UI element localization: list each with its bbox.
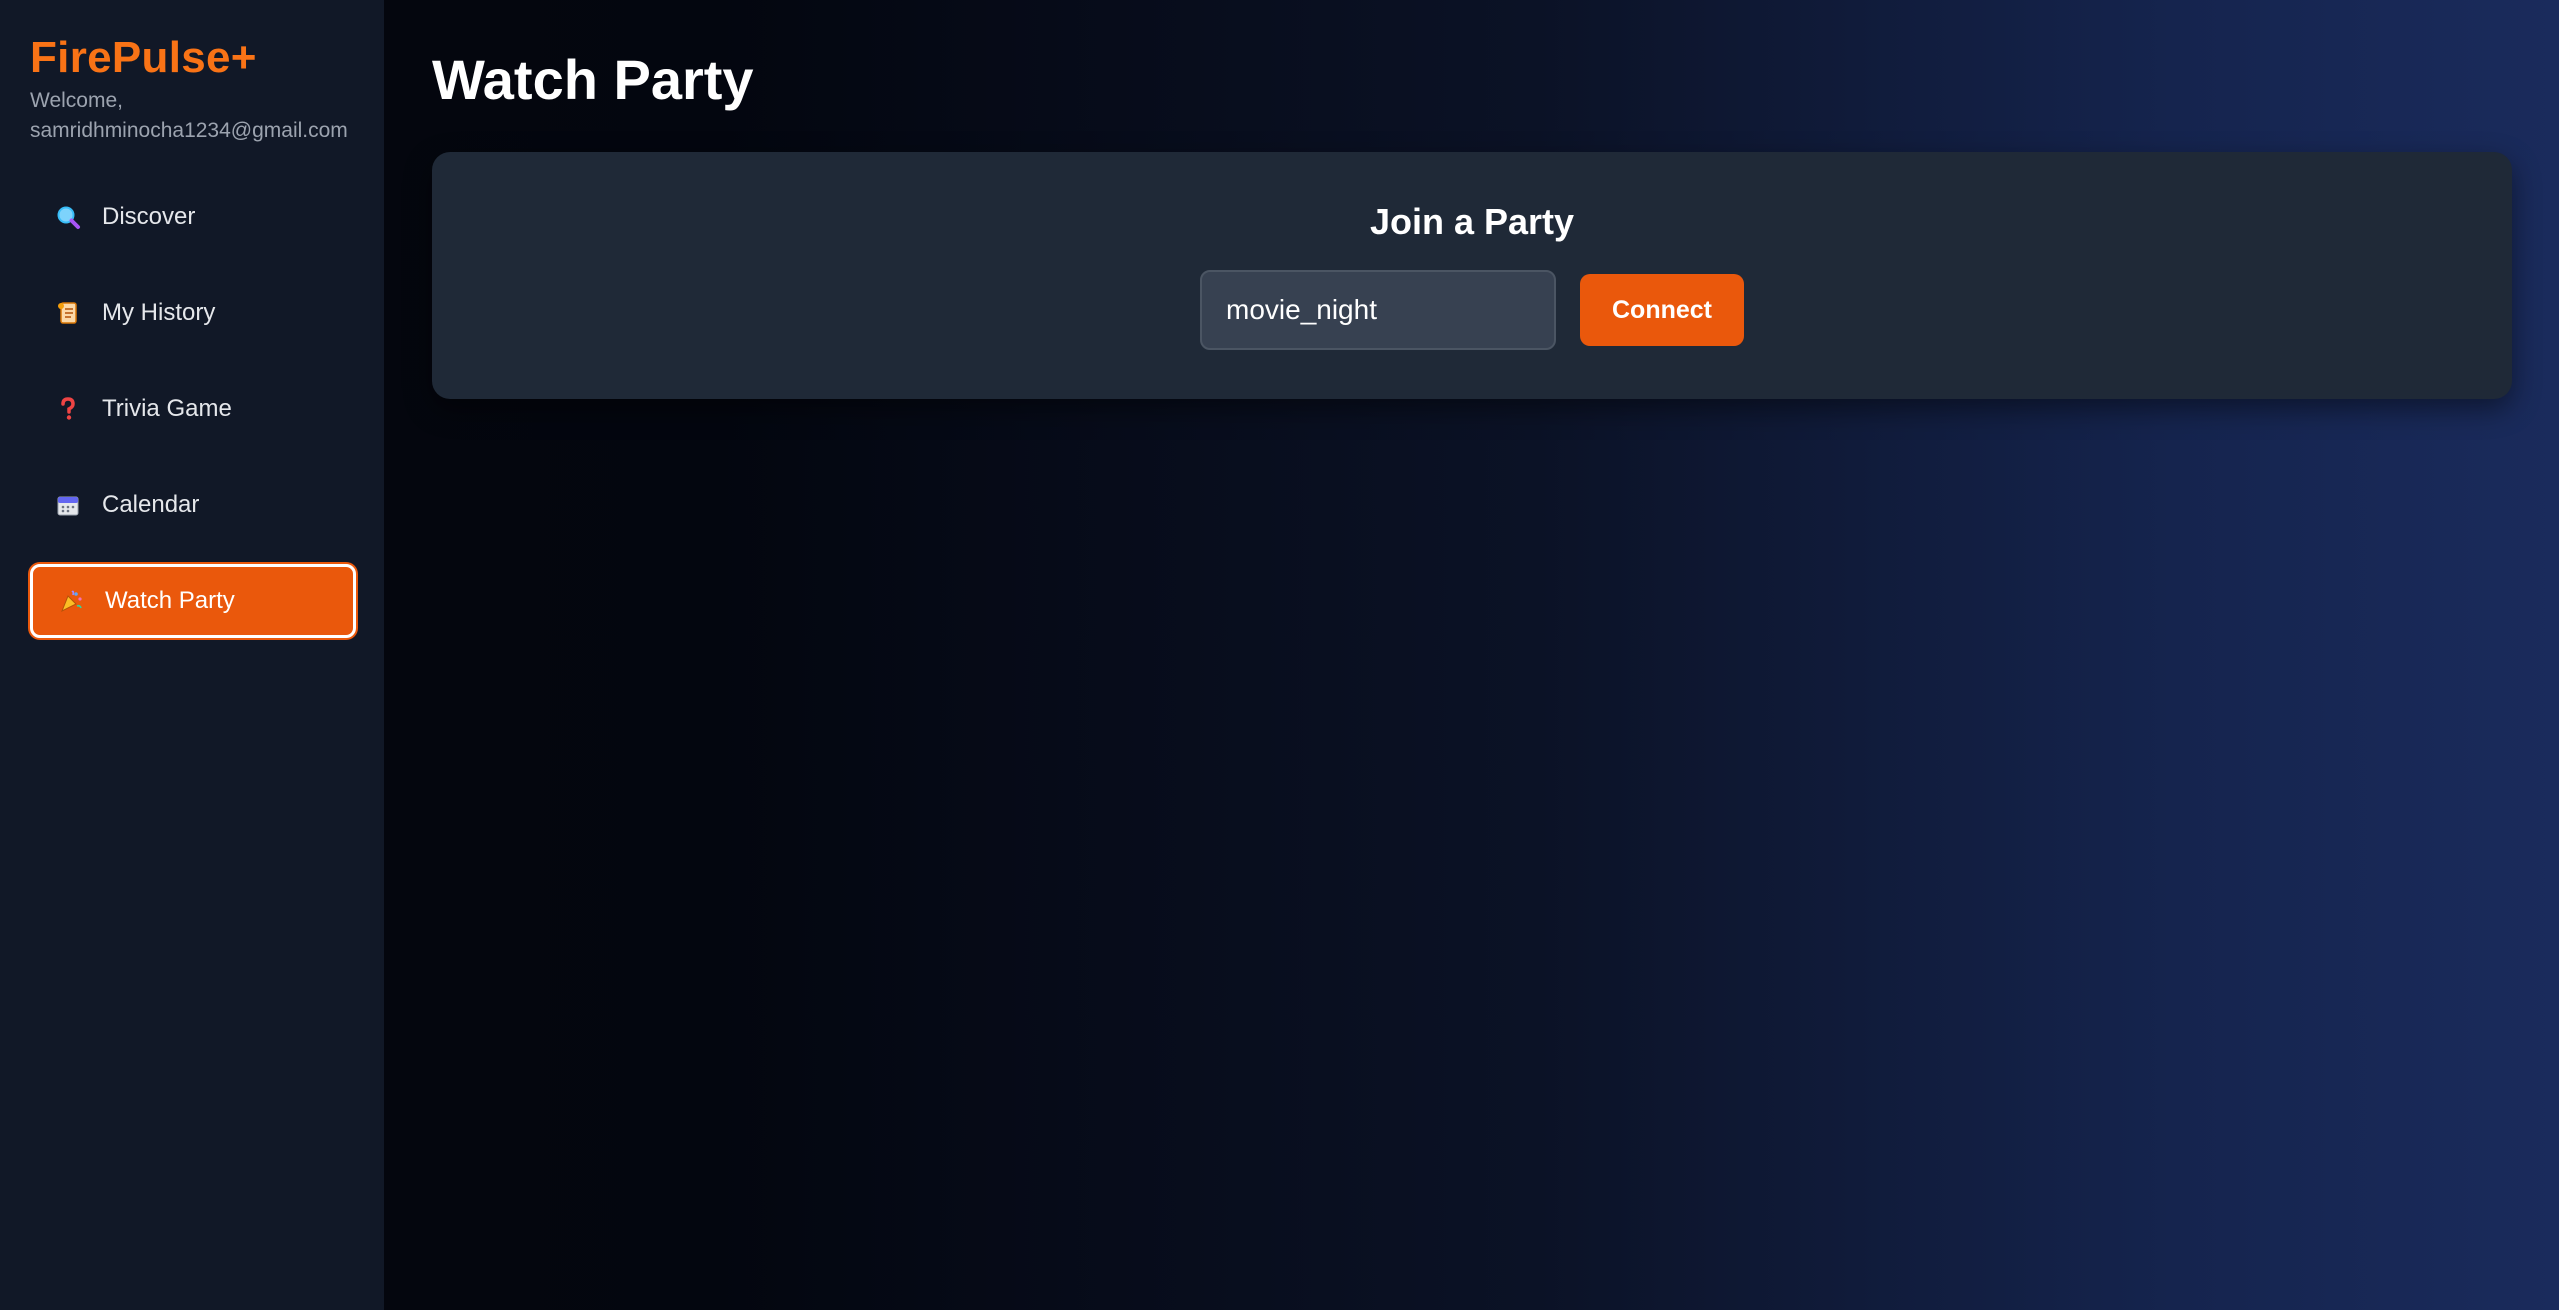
scroll-icon: [52, 297, 84, 329]
sidebar-item-label: Trivia Game: [102, 395, 232, 422]
sidebar-item-my-history[interactable]: My History: [30, 276, 356, 350]
sidebar: FirePulse+ Welcome, samridhminocha1234@g…: [0, 0, 384, 1310]
main-content: Watch Party Join a Party Connect: [384, 0, 2559, 1310]
sidebar-item-label: Calendar: [102, 491, 200, 518]
party-room-input[interactable]: [1200, 270, 1556, 350]
sidebar-item-discover[interactable]: Discover: [30, 180, 356, 254]
join-party-title: Join a Party: [1369, 201, 1575, 242]
page-title: Watch Party: [432, 48, 754, 111]
magnifier-icon: [52, 201, 84, 233]
join-party-card: Join a Party Connect: [432, 152, 2512, 399]
sidebar-nav: Discover My History Trivia Game Calendar…: [30, 180, 358, 638]
party-icon: [55, 585, 87, 617]
sidebar-item-trivia-game[interactable]: Trivia Game: [30, 372, 356, 446]
sidebar-item-label: My History: [102, 299, 216, 326]
sidebar-item-watch-party[interactable]: Watch Party: [30, 564, 356, 638]
question-mark-icon: [52, 393, 84, 425]
sidebar-item-label: Discover: [102, 203, 196, 230]
join-party-form: Connect: [1200, 270, 1744, 350]
welcome-label: Welcome,: [30, 89, 123, 112]
sidebar-item-label: Watch Party: [105, 587, 235, 614]
sidebar-item-calendar[interactable]: Calendar: [30, 468, 356, 542]
app-logo: FirePulse+: [30, 33, 257, 82]
calendar-icon: [52, 489, 84, 521]
user-email: samridhminocha1234@gmail.com: [30, 119, 348, 142]
connect-button[interactable]: Connect: [1580, 274, 1744, 346]
